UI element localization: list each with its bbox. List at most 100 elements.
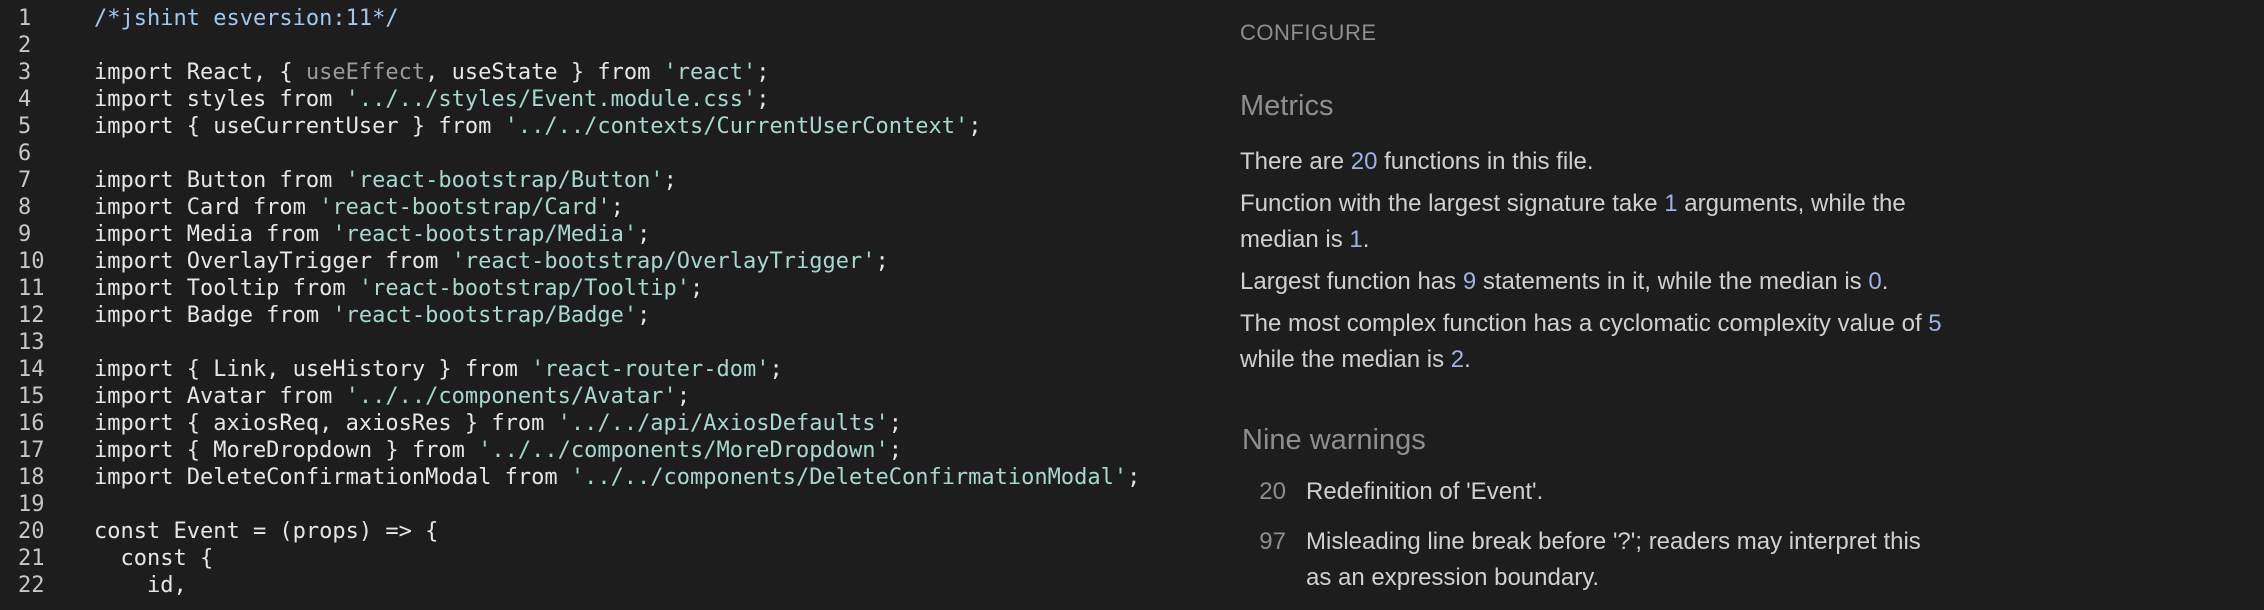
code-text: import Media from 'react-bootstrap/Media… — [94, 221, 650, 248]
code-token: ; — [676, 384, 691, 409]
code-token: import React, { — [94, 60, 306, 85]
warning-message: Redefinition of 'Event'. — [1306, 478, 1544, 505]
metric-label: Function with the largest signature take — [1240, 190, 1665, 217]
code-token: ; — [610, 195, 624, 220]
code-text: import { useCurrentUser } from '../../co… — [94, 113, 981, 140]
code-token: '../../components/Avatar' — [345, 384, 677, 409]
line-number: 9 — [18, 222, 32, 247]
metric-text: The most complex function has a cyclomat… — [1240, 306, 1960, 378]
line-number: 7 — [18, 168, 32, 193]
code-token: ; — [756, 60, 770, 85]
metric-value: 0 — [1868, 268, 1882, 295]
code-token: , useState } from — [425, 60, 664, 85]
code-text: import OverlayTrigger from 'react-bootst… — [94, 248, 889, 275]
code-token: import DeleteConfirmationModal from — [94, 465, 571, 490]
code-text: import Badge from 'react-bootstrap/Badge… — [94, 302, 650, 329]
code-editor[interactable]: 1 /*jshint esversion:11*/ 2 3 import React, … — [0, 0, 1200, 610]
metric-label: . — [1881, 268, 1889, 295]
code-token: 'react-bootstrap/Media' — [332, 222, 638, 247]
metric-label: . — [1362, 226, 1370, 253]
line-number: 19 — [18, 492, 45, 517]
line-number: 3 — [18, 60, 32, 85]
code-text: import { axiosReq, axiosRes } from '../.… — [94, 410, 902, 437]
code-token: 'react-bootstrap/Button' — [345, 168, 664, 193]
metric-text: There are 20 functions in this file. — [1240, 144, 1960, 180]
code-token: const Event = (props) => { — [94, 519, 439, 544]
metric-value: 9 — [1462, 268, 1477, 295]
metric-text: Function with the largest signature take… — [1240, 186, 1960, 258]
code-text: const Event = (props) => { — [94, 518, 438, 545]
warning-line-number[interactable]: 97 — [1240, 524, 1286, 560]
metric-label: Largest function has — [1240, 268, 1463, 295]
metrics-heading: Metrics — [1240, 90, 1334, 122]
code-token: '../../contexts/CurrentUserContext' — [504, 114, 969, 139]
code-token: 'react-bootstrap/Badge' — [332, 303, 638, 328]
line-number: 2 — [18, 33, 32, 58]
metric-label: The most complex function has a cyclomat… — [1240, 310, 1929, 337]
line-number: 8 — [18, 195, 32, 220]
code-token: ; — [690, 276, 704, 301]
code-text: id, — [94, 572, 187, 599]
code-token: ; — [663, 168, 677, 193]
code-text: import Tooltip from 'react-bootstrap/Too… — [94, 275, 703, 302]
code-token: '../../api/AxiosDefaults' — [557, 411, 889, 436]
code-text: import styles from '../../styles/Event.m… — [94, 86, 770, 113]
code-text: import { Link, useHistory } from 'react-… — [94, 356, 783, 383]
code-token: 'react' — [663, 60, 757, 85]
code-token: 'react-bootstrap/Card' — [319, 195, 611, 220]
code-token: import Badge from — [94, 303, 333, 328]
line-number: 14 — [18, 357, 45, 382]
warning-line-number[interactable]: 20 — [1240, 474, 1286, 510]
code-token: import Button from — [94, 168, 346, 193]
code-token: ; — [888, 411, 902, 436]
code-text: import { MoreDropdown } from '../../comp… — [94, 437, 902, 464]
code-token: '../../components/MoreDropdown' — [478, 438, 889, 463]
line-number: 22 — [18, 573, 45, 598]
code-token: '../../styles/Event.module.css' — [345, 87, 757, 112]
code-token: ; — [888, 438, 902, 463]
code-token: import Avatar from — [94, 384, 346, 409]
code-token: '../../components/DeleteConfirmationModa… — [570, 465, 1128, 490]
code-token: ; — [637, 303, 651, 328]
metric-value: 1 — [1664, 190, 1678, 217]
code-token: ; — [1127, 465, 1141, 490]
code-text: import Button from 'react-bootstrap/Butt… — [94, 167, 677, 194]
line-number: 20 — [18, 519, 45, 544]
line-number: 6 — [18, 141, 32, 166]
code-token: ; — [769, 357, 783, 382]
configure-link[interactable]: CONFIGURE — [1240, 20, 1377, 46]
code-token: import Tooltip from — [94, 276, 359, 301]
code-token: ; — [637, 222, 651, 247]
metric-value: 20 — [1350, 148, 1378, 175]
code-token: 'react-bootstrap/OverlayTrigger' — [451, 249, 876, 274]
metric-label: functions in this file. — [1377, 148, 1594, 175]
line-number: 4 — [18, 87, 32, 112]
code-token: /*jshint esversion:11*/ — [94, 6, 399, 31]
code-token: ; — [968, 114, 982, 139]
line-number: 15 — [18, 384, 45, 409]
line-number: 1 — [18, 6, 32, 31]
code-token: import OverlayTrigger from — [94, 249, 452, 274]
code-token: 'react-router-dom' — [531, 357, 770, 382]
line-number: 12 — [18, 303, 45, 328]
code-token: import Media from — [94, 222, 333, 247]
code-token: id, — [94, 573, 187, 598]
code-text: const { — [94, 545, 213, 572]
code-text: /*jshint esversion:11*/ — [94, 5, 399, 32]
code-token: ; — [756, 87, 770, 112]
code-token: const { — [94, 546, 214, 571]
code-text: import DeleteConfirmationModal from '../… — [94, 464, 1140, 491]
code-token: import { Link, useHistory } from — [94, 357, 532, 382]
warning-message: Misleading line break before '?'; reader… — [1306, 528, 1921, 591]
code-token: import { MoreDropdown } from — [94, 438, 479, 463]
metric-label: while the median is — [1240, 346, 1451, 373]
line-number: 11 — [18, 276, 45, 301]
line-number: 21 — [18, 546, 45, 571]
metric-label: There are — [1240, 148, 1351, 175]
code-token: 'react-bootstrap/Tooltip' — [358, 276, 691, 301]
code-token: ; — [875, 249, 889, 274]
line-number: 10 — [18, 249, 45, 274]
warnings-heading: Nine warnings — [1242, 424, 1426, 456]
code-token: import styles from — [94, 87, 346, 112]
line-number: 5 — [18, 114, 32, 139]
